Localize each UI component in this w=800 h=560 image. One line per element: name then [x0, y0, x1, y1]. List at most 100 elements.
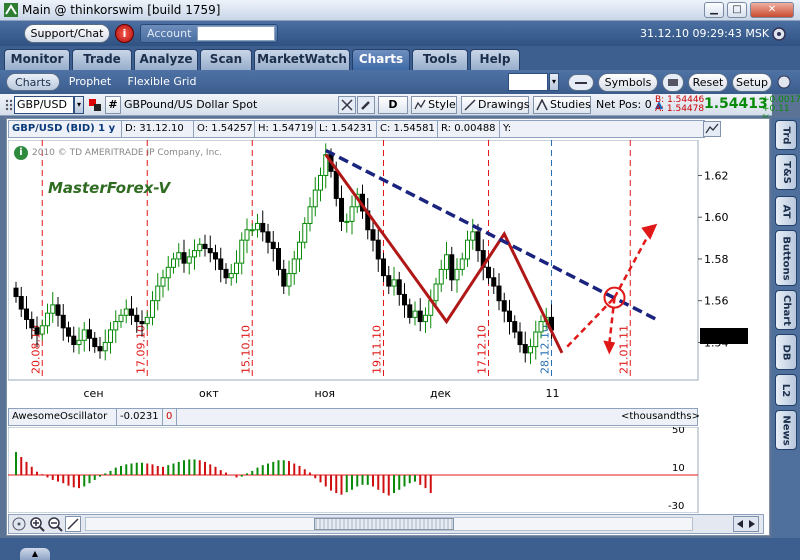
- time-axis: сен окт ноя дек 11: [8, 382, 698, 404]
- candle-body: [55, 304, 61, 316]
- sidebar-tab-db[interactable]: DB: [775, 334, 797, 370]
- tab-charts[interactable]: Charts: [352, 49, 410, 70]
- candle-body: [60, 314, 66, 329]
- candle-body: [113, 321, 119, 331]
- candle-body: [202, 243, 208, 250]
- tab-analyze[interactable]: Analyze: [134, 49, 198, 70]
- candle-body: [297, 241, 302, 260]
- candle-body: [102, 341, 108, 352]
- color-link-icon[interactable]: [88, 98, 102, 112]
- scrollbar-thumb[interactable]: [314, 518, 454, 530]
- chart-type-icon[interactable]: [703, 121, 721, 137]
- time-axis-label: окт: [199, 387, 219, 400]
- candle-body: [501, 300, 507, 312]
- tab-help[interactable]: Help: [470, 49, 520, 70]
- window-settings-icon[interactable]: [776, 75, 792, 89]
- zoom-in-icon[interactable]: [29, 516, 45, 532]
- support-chat-button[interactable]: Support/Chat: [24, 24, 110, 43]
- date-marker-label: 21.01.11: [617, 325, 630, 374]
- account-field[interactable]: [197, 26, 275, 41]
- symbol-dropdown-icon[interactable]: ▾: [74, 96, 84, 114]
- sidebar-tab-at[interactable]: AT: [775, 196, 797, 226]
- draw-line-icon[interactable]: [65, 516, 81, 532]
- application-window: Main @ thinkorswim [build 1759] ▁ □ ✕ Su…: [0, 0, 800, 560]
- main-tabs: Monitor Trade Analyze Scan MarketWatch C…: [0, 46, 800, 70]
- sidebar-tab-buttons[interactable]: Buttons: [775, 230, 797, 286]
- chevron-down-icon[interactable]: ▾: [549, 73, 559, 91]
- candle-body: [176, 252, 182, 260]
- reset-button[interactable]: Reset: [688, 73, 728, 92]
- sidebar-tab-trd[interactable]: Trd: [775, 120, 797, 150]
- brand-label: MasterForex-V: [48, 179, 171, 197]
- candle-body: [39, 325, 45, 335]
- price-tick-label: 1.56: [704, 295, 729, 308]
- candle-body: [496, 285, 502, 302]
- candle-body: [118, 314, 124, 323]
- info-alert-icon[interactable]: i: [115, 24, 134, 43]
- subtab-prophet[interactable]: Prophet: [64, 73, 116, 91]
- sidebar-tab-ts[interactable]: T&S: [775, 154, 797, 190]
- tab-tools[interactable]: Tools: [412, 49, 468, 70]
- osc-tick-minus30: -30: [668, 501, 684, 512]
- subtab-flexible-grid[interactable]: Flexible Grid: [124, 73, 200, 91]
- tab-scan[interactable]: Scan: [200, 49, 252, 70]
- minimize-button[interactable]: ▁: [704, 2, 724, 18]
- expand-up-icon[interactable]: ▲: [20, 548, 50, 560]
- candle-body: [522, 344, 528, 354]
- symbol-input[interactable]: GBP/USD: [14, 96, 74, 114]
- candle-body: [192, 250, 197, 258]
- grid-layout-field[interactable]: [508, 73, 548, 91]
- account-selector[interactable]: Account: [140, 24, 278, 43]
- price-chart[interactable]: 20.08.10 17.09.10 15.10.10 19.11.10 17.12.10…: [8, 140, 766, 382]
- candle-body: [470, 231, 476, 241]
- candle-body: [92, 337, 98, 348]
- candle-body: [29, 318, 35, 329]
- symbols-button[interactable]: Symbols: [598, 73, 658, 92]
- candle-body: [438, 268, 444, 285]
- last-price: 1.54413: [704, 96, 768, 112]
- time-axis-label: сен: [84, 387, 104, 400]
- awesome-oscillator-chart[interactable]: 50 10 -30: [8, 427, 766, 513]
- wrench-icon[interactable]: [357, 96, 375, 114]
- sidebar-tab-l2[interactable]: L2: [775, 374, 797, 406]
- tab-marketwatch[interactable]: MarketWatch: [254, 49, 350, 70]
- period-button[interactable]: D: [378, 96, 408, 114]
- tab-trade[interactable]: Trade: [72, 49, 132, 70]
- setup-button[interactable]: Setup: [732, 73, 772, 92]
- subtab-charts[interactable]: Charts: [6, 73, 60, 91]
- sidebar-tab-label: Buttons: [780, 235, 792, 281]
- oscillator-header: AwesomeOscillator -0.0231 0 <thousandths…: [8, 408, 700, 426]
- candle-body: [249, 229, 255, 232]
- close-button[interactable]: ✕: [750, 2, 794, 18]
- date-marker-label: 15.10.10: [239, 325, 252, 374]
- sidebar-tab-label: AT: [780, 204, 792, 218]
- candle-body: [34, 327, 40, 335]
- sidebar-tab-news[interactable]: News: [775, 410, 797, 450]
- candle-body: [375, 239, 381, 260]
- zoom-out-icon[interactable]: [47, 516, 63, 532]
- horizontal-scrollbar[interactable]: [85, 517, 693, 531]
- maximize-button[interactable]: □: [727, 2, 747, 18]
- tab-monitor[interactable]: Monitor: [4, 49, 70, 70]
- gear-icon[interactable]: [770, 25, 788, 43]
- link-icon[interactable]: [568, 74, 594, 91]
- candle-body: [391, 279, 397, 287]
- studies-label: Studies: [550, 98, 591, 111]
- price-tick-label: 1.58: [704, 253, 729, 266]
- print-icon[interactable]: [662, 73, 684, 92]
- candle-body: [24, 308, 29, 320]
- candle-body: [417, 310, 423, 323]
- hash-icon[interactable]: #: [105, 96, 121, 114]
- title-bar: Main @ thinkorswim [build 1759] ▁ □ ✕: [0, 0, 800, 21]
- candle-body: [186, 256, 192, 264]
- candle-body: [370, 229, 376, 241]
- drag-handle-icon[interactable]: [4, 98, 14, 112]
- crosshair-icon[interactable]: [338, 96, 356, 114]
- sidebar-tab-chart[interactable]: Chart: [775, 290, 797, 330]
- maximize-icon: □: [732, 4, 742, 15]
- candle-body: [108, 329, 113, 343]
- candle-body: [533, 331, 539, 348]
- expand-arrows-icon[interactable]: [733, 516, 759, 532]
- info-circle-icon[interactable]: i: [14, 146, 28, 160]
- zoom-cursor-icon[interactable]: [11, 516, 27, 532]
